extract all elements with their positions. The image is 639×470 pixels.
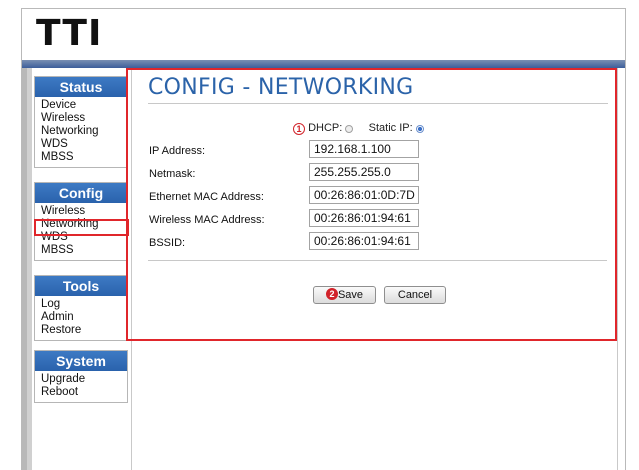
form-divider — [148, 260, 607, 261]
nav-group-status: Status Device Wireless Networking WDS MB… — [34, 76, 128, 168]
nav-header-tools: Tools — [35, 276, 127, 296]
cancel-button[interactable]: Cancel — [384, 286, 446, 304]
nav-item-status-networking[interactable]: Networking — [35, 125, 127, 138]
wireless-mac-input[interactable] — [309, 209, 419, 227]
dhcp-label: DHCP: — [308, 122, 343, 134]
nav-item-system-upgrade[interactable]: Upgrade — [35, 373, 127, 386]
ip-address-input[interactable] — [309, 140, 419, 158]
netmask-label: Netmask: — [149, 168, 196, 180]
nav-item-config-wireless[interactable]: Wireless — [35, 205, 127, 218]
save-button-label: Save — [337, 289, 364, 301]
dhcp-radio[interactable] — [345, 124, 354, 133]
nav-group-system: System Upgrade Reboot — [34, 350, 128, 403]
netmask-input[interactable] — [309, 163, 419, 181]
nav-item-status-device[interactable]: Device — [35, 99, 127, 112]
save-button[interactable]: 2 Save — [313, 286, 376, 304]
ethernet-mac-label: Ethernet MAC Address: — [149, 191, 264, 203]
nav-item-status-wireless[interactable]: Wireless — [35, 112, 127, 125]
nav-item-tools-restore[interactable]: Restore — [35, 324, 127, 337]
ethernet-mac-input[interactable] — [309, 186, 419, 204]
static-ip-label: Static IP: — [368, 122, 413, 134]
ip-mode-row: 1 DHCP: Static IP: — [293, 122, 424, 135]
wireless-mac-label: Wireless MAC Address: — [149, 214, 265, 226]
title-divider — [148, 103, 608, 104]
content-right-border — [617, 68, 618, 470]
nav-group-tools: Tools Log Admin Restore — [34, 275, 128, 341]
page-title: CONFIG - NETWORKING — [148, 75, 414, 100]
step-marker-1: 1 — [293, 122, 305, 135]
nav-header-system: System — [35, 351, 127, 371]
nav-item-tools-log[interactable]: Log — [35, 298, 127, 311]
nav-header-status: Status — [35, 77, 127, 97]
highlight-networking-item — [34, 219, 129, 236]
nav-item-system-reboot[interactable]: Reboot — [35, 386, 127, 399]
left-shade-edge — [22, 68, 27, 470]
nav-item-tools-admin[interactable]: Admin — [35, 311, 127, 324]
bssid-label: BSSID: — [149, 237, 186, 249]
nav-item-config-mbss[interactable]: MBSS — [35, 244, 127, 257]
header-bar — [22, 60, 625, 68]
step-marker-2: 2 — [325, 288, 338, 300]
ip-address-label: IP Address: — [149, 145, 206, 157]
static-ip-radio[interactable] — [415, 124, 424, 133]
nav-header-config: Config — [35, 183, 127, 203]
nav-item-status-wds[interactable]: WDS — [35, 138, 127, 151]
nav-item-status-mbss[interactable]: MBSS — [35, 151, 127, 164]
bssid-input[interactable] — [309, 232, 419, 250]
tti-logo: TTI — [36, 13, 103, 54]
